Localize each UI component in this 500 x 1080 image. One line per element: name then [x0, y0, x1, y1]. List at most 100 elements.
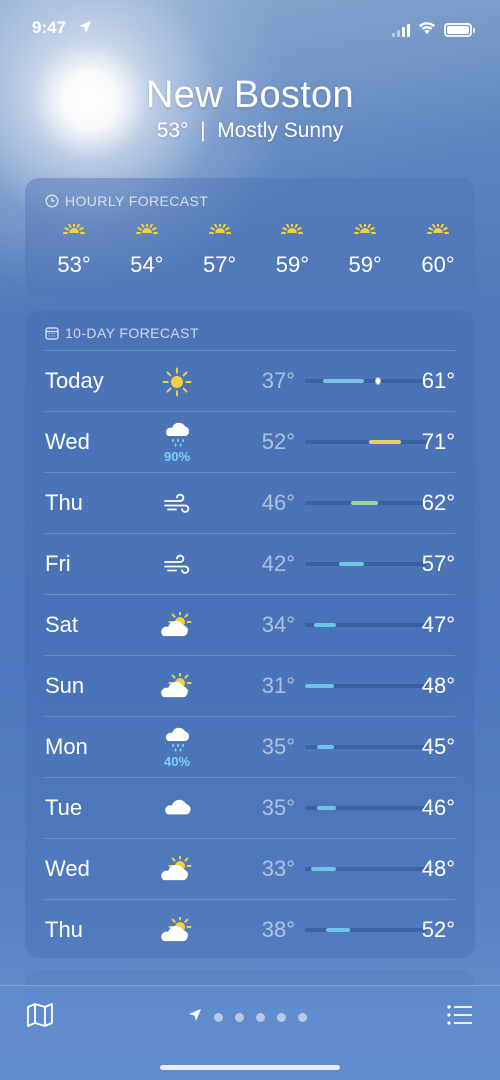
forecast-high: 47°	[421, 612, 455, 637]
forecast-low: 52°	[261, 429, 295, 454]
forecast-row: Sun 31° 48°	[45, 655, 455, 716]
hourly-list[interactable]: 53° 54° 57° 59° 59° 60°	[45, 220, 467, 278]
forecast-low: 38°	[261, 917, 295, 942]
rain-cloud-icon: 90%	[157, 420, 197, 466]
partly-cloudy-icon	[157, 847, 197, 893]
cellular-signal-icon	[392, 23, 410, 37]
hourly-item: 53°	[45, 220, 103, 278]
temp-range-bar	[326, 928, 350, 932]
hourly-item: 59°	[263, 220, 321, 278]
forecast-high: 61°	[421, 368, 455, 393]
forecast-day: Wed	[45, 856, 90, 881]
page-dot[interactable]	[214, 1013, 223, 1022]
hourly-temp: 54°	[130, 252, 164, 277]
forecast-low: 31°	[261, 673, 295, 698]
temp-range-bar	[317, 745, 334, 749]
location-arrow-icon	[78, 19, 92, 39]
page-dot[interactable]	[235, 1013, 244, 1022]
forecast-high: 52°	[421, 917, 455, 942]
forecast-row: Mon 40% 35° 45°	[45, 716, 455, 777]
battery-icon	[444, 23, 475, 37]
location-arrow-icon[interactable]	[188, 1008, 202, 1027]
forecast-row: Fri 42° 57°	[45, 533, 455, 594]
bottom-toolbar	[0, 985, 500, 1080]
calendar-icon	[45, 327, 59, 340]
forecast-day: Mon	[45, 734, 88, 759]
hourly-item: 57°	[191, 220, 249, 278]
temp-range-bar	[350, 501, 378, 505]
forecast-high: 46°	[421, 795, 455, 820]
hourly-temp: 57°	[202, 252, 237, 277]
partly-cloudy-icon	[157, 908, 197, 954]
forecast-day: Today	[45, 368, 104, 393]
temp-range-bar	[317, 806, 336, 810]
temp-range-bar	[314, 623, 336, 627]
forecast-high: 71°	[421, 429, 455, 454]
partly-cloudy-icon	[157, 603, 197, 649]
forecast-high: 48°	[421, 673, 455, 698]
forecast-low: 37°	[261, 368, 295, 393]
wind-icon	[157, 542, 197, 588]
hourly-forecast-card[interactable]: HOURLY FORECAST 53° 54° 57° 59° 59° 60°	[25, 178, 475, 296]
hourly-item: 54°	[118, 220, 176, 278]
hourly-temp: 59°	[348, 252, 382, 277]
cloud-icon	[157, 786, 197, 832]
current-conditions: 53° | Mostly Sunny	[156, 119, 344, 142]
temp-range-bar	[305, 684, 334, 688]
forecast-low: 46°	[261, 490, 295, 515]
forecast-day: Sun	[45, 673, 85, 698]
list-icon[interactable]	[446, 1002, 474, 1028]
temp-range-bar	[323, 379, 364, 383]
wind-icon	[157, 481, 197, 527]
clock-icon	[45, 194, 59, 208]
forecast-row: Thu 38° 52°	[45, 899, 455, 960]
temp-range-bar	[338, 562, 364, 566]
sun-icon	[409, 220, 467, 244]
hourly-forecast-header: HOURLY FORECAST	[45, 193, 208, 209]
sun-icon	[263, 220, 321, 244]
status-bar: 9:47	[0, 16, 500, 44]
forecast-high: 57°	[421, 551, 455, 576]
precip-chance: 90%	[163, 449, 191, 464]
forecast-row: Tue 35° 46°	[45, 777, 455, 838]
forecast-day: Fri	[45, 551, 71, 576]
sun-icon	[45, 220, 103, 244]
ten-day-list: Today 37° 61° Wed 90% 52° 71° Thu 46° 62…	[45, 350, 455, 960]
precip-chance: 40%	[163, 754, 191, 769]
page-indicator[interactable]	[188, 1008, 307, 1027]
forecast-low: 35°	[261, 734, 295, 759]
ten-day-forecast-card[interactable]: 10-DAY FORECAST Today 37° 61° Wed 90% 52…	[25, 310, 475, 958]
forecast-low: 42°	[261, 551, 295, 576]
forecast-low: 35°	[261, 795, 295, 820]
status-time: 9:47	[32, 18, 67, 37]
hourly-temp: 60°	[421, 252, 455, 277]
forecast-row: Thu 46° 62°	[45, 472, 455, 533]
page-dot[interactable]	[256, 1013, 265, 1022]
sun-icon	[336, 220, 394, 244]
map-icon[interactable]	[26, 1002, 54, 1028]
forecast-day: Thu	[45, 917, 83, 942]
page-dot[interactable]	[277, 1013, 286, 1022]
rain-cloud-icon: 40%	[157, 725, 197, 771]
hourly-item: 60°	[409, 220, 467, 278]
hourly-forecast-title: HOURLY FORECAST	[65, 193, 209, 209]
forecast-high: 62°	[421, 490, 455, 515]
page-dot[interactable]	[298, 1013, 307, 1022]
forecast-row: Sat 34° 47°	[45, 594, 455, 655]
location-header: New Boston 53° | Mostly Sunny	[0, 74, 500, 143]
home-indicator	[160, 1065, 340, 1070]
wifi-icon	[418, 20, 436, 40]
hourly-item: 59°	[336, 220, 394, 278]
forecast-low: 33°	[261, 856, 295, 881]
current-temp-dot	[375, 377, 382, 385]
ten-day-forecast-title: 10-DAY FORECAST	[65, 325, 199, 341]
forecast-day: Tue	[45, 795, 83, 820]
forecast-high: 45°	[421, 734, 455, 759]
ten-day-forecast-header: 10-DAY FORECAST	[45, 325, 199, 341]
temp-range-bar	[311, 867, 337, 871]
forecast-day: Sat	[45, 612, 79, 637]
sun-icon	[118, 220, 176, 244]
forecast-row: Today 37° 61°	[45, 350, 455, 411]
hourly-temp: 59°	[275, 252, 310, 277]
sun-icon	[157, 359, 197, 405]
